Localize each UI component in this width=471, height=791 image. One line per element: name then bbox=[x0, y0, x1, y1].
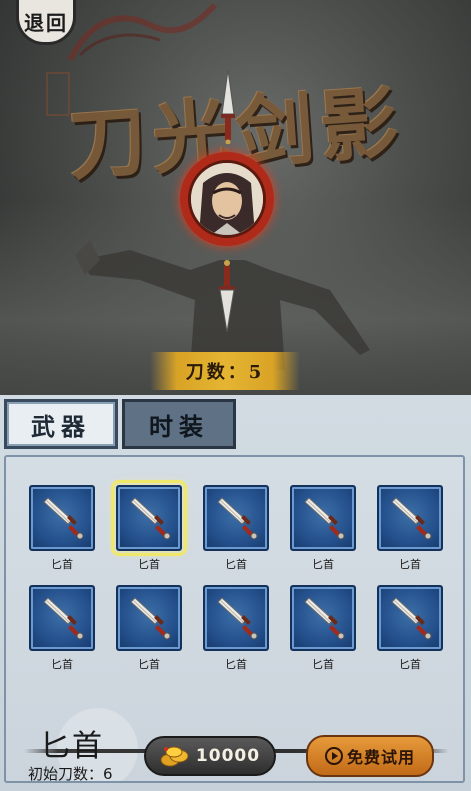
weapon-item-name: 匕首 bbox=[138, 558, 160, 571]
weapon-item[interactable]: 匕首 bbox=[27, 485, 97, 572]
dagger-icon bbox=[217, 497, 258, 540]
weapon-card[interactable] bbox=[203, 485, 269, 551]
tab-skins[interactable]: 时装 bbox=[122, 399, 236, 449]
selected-weapon-name: 匕首 bbox=[40, 729, 104, 764]
hero-scene: 刀光剑影 退回 刀数：5 bbox=[0, 0, 471, 398]
video-ad-icon bbox=[324, 747, 343, 765]
weapon-card[interactable] bbox=[29, 485, 95, 551]
weapon-item-name: 匕首 bbox=[312, 658, 334, 671]
price-value: 10000 bbox=[195, 746, 261, 766]
weapon-item-name: 匕首 bbox=[225, 658, 247, 671]
flying-dagger-bottom-icon bbox=[219, 260, 235, 332]
weapon-panel: 武器 时装 匕首 匕首 匕首 匕首 匕首 匕首 匕首 匕首 匕首 匕首 匕首 初始刀数：6 100… bbox=[0, 395, 471, 791]
dagger-icon bbox=[304, 497, 345, 540]
weapon-item-name: 匕首 bbox=[138, 658, 160, 671]
weapon-card[interactable] bbox=[29, 585, 95, 651]
weapon-item[interactable]: 匕首 bbox=[375, 585, 445, 672]
weapon-item[interactable]: 匕首 bbox=[114, 585, 184, 672]
weapon-card[interactable] bbox=[290, 585, 356, 651]
dagger-icon bbox=[391, 597, 432, 640]
knife-count-banner: 刀数：5 bbox=[150, 352, 300, 390]
dagger-icon bbox=[304, 597, 345, 640]
weapon-item[interactable]: 匕首 bbox=[111, 480, 187, 572]
weapon-card[interactable] bbox=[203, 585, 269, 651]
dagger-icon bbox=[130, 597, 171, 640]
weapon-item[interactable]: 匕首 bbox=[375, 485, 445, 572]
weapon-card[interactable] bbox=[116, 585, 182, 651]
character-avatar[interactable] bbox=[188, 160, 266, 238]
weapon-item-name: 匕首 bbox=[225, 558, 247, 571]
dagger-icon bbox=[43, 597, 84, 640]
price-button[interactable]: 10000 bbox=[144, 736, 276, 776]
dragon-decoration-icon bbox=[67, 2, 218, 62]
weapon-card[interactable] bbox=[377, 585, 443, 651]
weapon-card[interactable] bbox=[111, 480, 187, 556]
weapon-item[interactable]: 匕首 bbox=[288, 585, 358, 672]
dagger-icon bbox=[43, 497, 84, 540]
weapon-item[interactable]: 匕首 bbox=[27, 585, 97, 672]
back-label: 退回 bbox=[24, 10, 68, 35]
weapon-card[interactable] bbox=[377, 485, 443, 551]
weapon-card[interactable] bbox=[290, 485, 356, 551]
knife-count-label: 刀数：5 bbox=[185, 362, 265, 383]
initial-knife-count: 初始刀数：6 bbox=[28, 765, 113, 783]
free-trial-button[interactable]: 免费试用 bbox=[306, 735, 434, 777]
character-portrait-icon bbox=[191, 163, 263, 235]
dagger-icon bbox=[391, 497, 432, 540]
weapon-item-name: 匕首 bbox=[399, 658, 421, 671]
weapon-item-name: 匕首 bbox=[51, 558, 73, 571]
weapon-item-name: 匕首 bbox=[51, 658, 73, 671]
free-trial-label: 免费试用 bbox=[346, 748, 415, 767]
dagger-icon bbox=[130, 497, 171, 540]
weapon-item[interactable]: 匕首 bbox=[201, 485, 271, 572]
dagger-icon bbox=[217, 597, 258, 640]
gold-coin-icon bbox=[160, 746, 189, 767]
weapon-item[interactable]: 匕首 bbox=[201, 585, 271, 672]
weapon-item[interactable]: 匕首 bbox=[288, 485, 358, 572]
flying-dagger-top-icon bbox=[221, 70, 235, 144]
tab-weapons[interactable]: 武器 bbox=[4, 399, 118, 449]
weapon-item-name: 匕首 bbox=[399, 558, 421, 571]
weapon-item-name: 匕首 bbox=[312, 558, 334, 571]
